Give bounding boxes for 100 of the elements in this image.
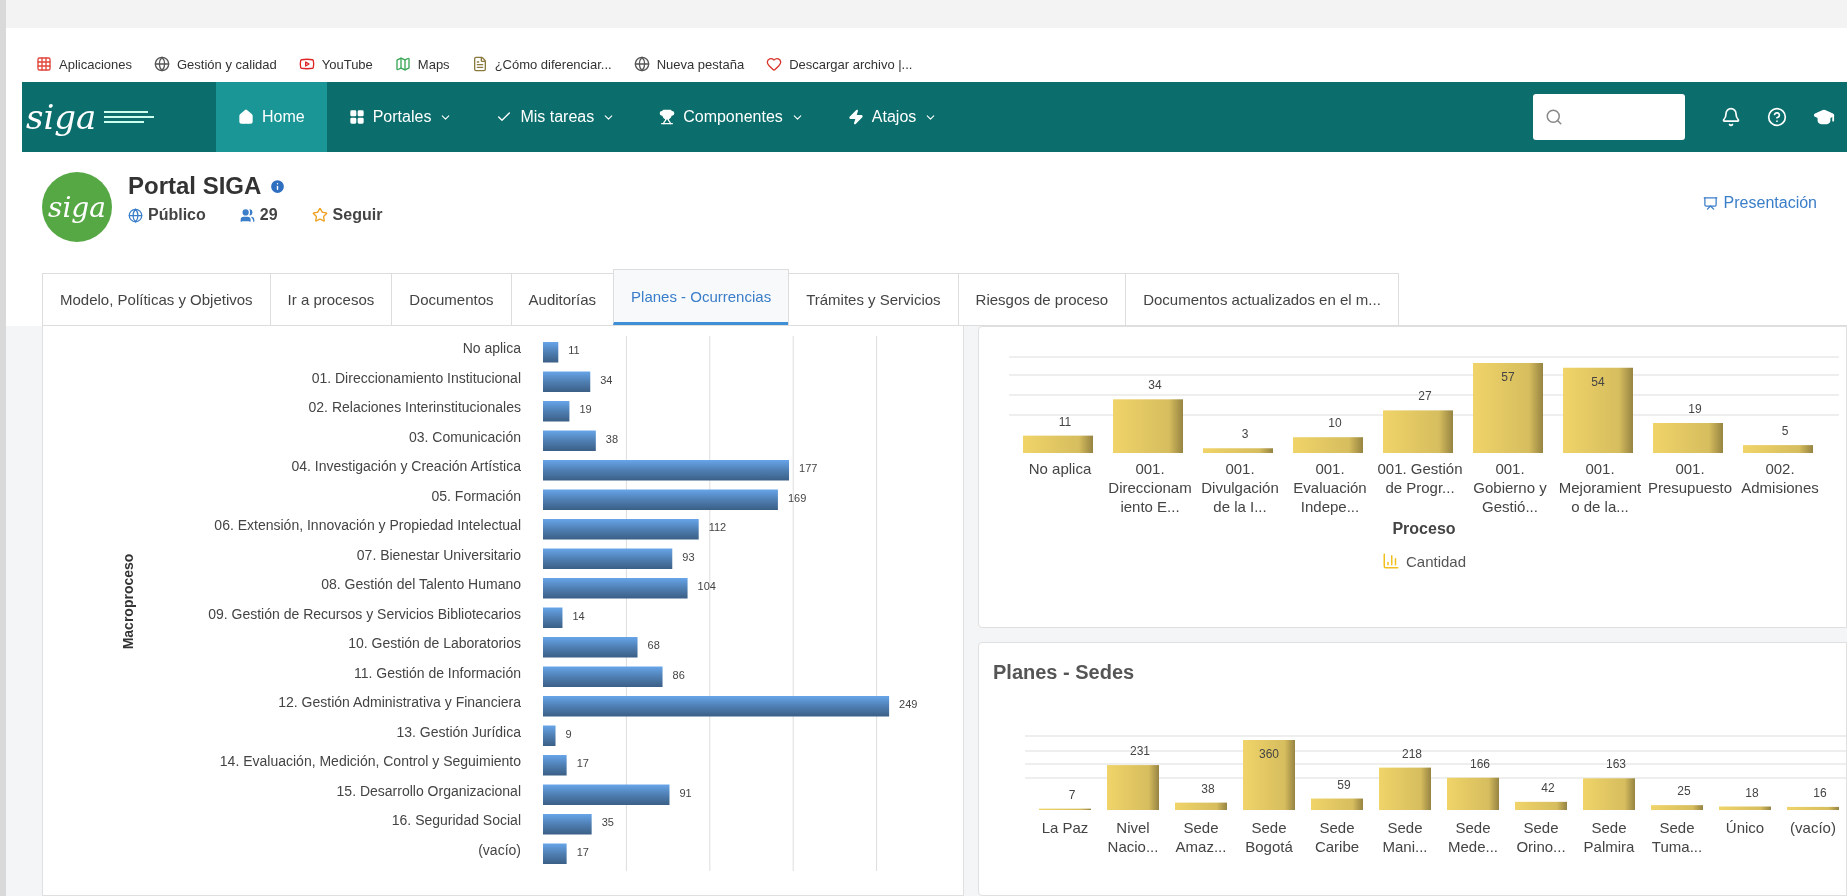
value-label: 231 (1130, 744, 1150, 759)
nav-item[interactable]: Home (216, 82, 327, 152)
value-label: 18 (1745, 785, 1759, 800)
category-label: (vacío) (1789, 818, 1837, 838)
category-label: Sede Orino... (1515, 818, 1567, 856)
star-icon (311, 207, 328, 223)
category-label: 001. Presupuesto (1646, 459, 1734, 498)
category-label: 001. Divulgación de la I... (1200, 459, 1280, 516)
value-label: 54 (1591, 374, 1605, 389)
bar (1719, 806, 1771, 810)
category-label: No aplica (462, 340, 521, 357)
trophy-icon (659, 109, 676, 125)
portal-logo: siga (42, 172, 112, 242)
home-icon (238, 109, 254, 125)
globe-icon (128, 207, 143, 223)
category-label: Sede Amaz... (1174, 818, 1228, 856)
category-label: 15. Desarrollo Organizacional (336, 782, 521, 799)
bookmark[interactable]: Aplicaciones (36, 56, 132, 72)
presentation-link[interactable]: Presentación (1702, 194, 1817, 212)
bar (1651, 805, 1703, 810)
bookmark[interactable]: Gestión y calidad (154, 56, 277, 72)
users-icon (239, 207, 255, 223)
bar (1383, 410, 1453, 453)
search-field[interactable] (1533, 94, 1685, 140)
bell-icon[interactable] (1721, 107, 1741, 127)
bar (543, 725, 556, 746)
bookmark[interactable]: YouTube (298, 56, 373, 72)
portal-title: Portal SIGA (128, 172, 262, 200)
value-label: 59 (1337, 777, 1351, 792)
video-icon (298, 56, 315, 72)
bar (1243, 740, 1295, 810)
bar (1787, 806, 1839, 810)
tab[interactable]: Documentos actualizados en el m... (1125, 273, 1399, 325)
nav-item[interactable]: Componentes (637, 82, 826, 152)
value-label: 5 (1781, 424, 1789, 439)
category-label: 14. Evaluación, Medición, Control y Seguimiento (219, 753, 521, 770)
category-label: 001. Gobierno y Gestió... (1472, 459, 1548, 516)
member-count[interactable]: 29 (239, 206, 278, 224)
category-label: 11. Gestión de Información (353, 664, 521, 681)
bookmark[interactable]: Nueva pestaña (633, 56, 745, 72)
bar (543, 607, 563, 628)
category-label: 001. Mejoramiento de la... (1557, 459, 1643, 516)
bookmark[interactable]: Maps (394, 56, 450, 72)
search-icon (1545, 108, 1563, 126)
bookmark[interactable]: ¿Cómo diferenciar... (471, 56, 612, 72)
tab[interactable]: Planes - Ocurrencias (613, 269, 790, 325)
category-label: 03. Comunicación (408, 428, 521, 445)
category-label: 08. Gestión del Talento Humano (321, 576, 521, 593)
category-label: 001. Evaluación Indepe... (1292, 459, 1368, 516)
nav-item[interactable]: Mis tareas (474, 82, 638, 152)
category-label: Sede Palmira (1582, 818, 1636, 856)
category-label: 001. Gestión de Progr... (1376, 459, 1464, 498)
value-label: 19 (1688, 402, 1702, 416)
bar-chart-icon (1381, 552, 1400, 570)
category-label: Sede Mede... (1447, 818, 1499, 856)
value-label: 11 (1058, 414, 1072, 429)
value-label: 166 (1470, 756, 1490, 771)
category-label: Sede Mani... (1381, 818, 1429, 856)
bar (543, 755, 567, 776)
info-icon[interactable] (269, 177, 287, 195)
value-label: 17 (576, 845, 589, 858)
category-label: Único (1724, 818, 1766, 838)
value-label: 10 (1328, 416, 1342, 431)
tab[interactable]: Modelo, Políticas y Objetivos (42, 273, 271, 325)
category-label: La Paz (1040, 818, 1090, 838)
bar (543, 843, 567, 864)
category-label: Sede Caribe (1313, 818, 1361, 856)
bar (1203, 448, 1273, 453)
bar (1293, 437, 1363, 453)
bar (543, 430, 596, 451)
logo[interactable]: siga (22, 82, 216, 152)
nav-item[interactable]: Portales (326, 82, 475, 152)
bar (543, 371, 591, 392)
bar (1311, 798, 1363, 810)
value-label: 25 (1677, 784, 1691, 799)
value-label: 14 (572, 609, 585, 622)
nav-item[interactable]: Atajos (825, 82, 960, 152)
legend[interactable]: Cantidad (1019, 538, 1829, 570)
category-label: Sede Bogotá (1244, 818, 1294, 856)
value-label: 249 (899, 698, 918, 711)
category-label: 02. Relaciones Interinstitucionales (308, 399, 521, 416)
category-label: 04. Investigación y Creación Artística (291, 458, 521, 475)
value-label: 9 (565, 727, 572, 740)
category-label: 001. Direccionamiento E... (1107, 459, 1193, 516)
value-label: 169 (787, 491, 807, 504)
bookmark[interactable]: Descargar archivo |... (766, 56, 913, 72)
bar (1175, 802, 1227, 810)
axis-title: Proceso (1391, 519, 1457, 538)
bar (543, 342, 559, 363)
value-label: 177 (799, 462, 818, 475)
help-icon[interactable] (1767, 107, 1787, 127)
value-label: 38 (605, 432, 619, 445)
category-label: 07. Bienestar Universitario (356, 546, 521, 563)
heart-icon (766, 56, 783, 72)
tab[interactable]: Trámites y Servicios (788, 273, 959, 325)
value-label: 104 (697, 580, 716, 593)
bar (1653, 423, 1723, 453)
follow-button[interactable]: Seguir (311, 206, 383, 224)
category-label: 16. Seguridad Social (391, 812, 521, 829)
value-label: 34 (600, 373, 613, 386)
